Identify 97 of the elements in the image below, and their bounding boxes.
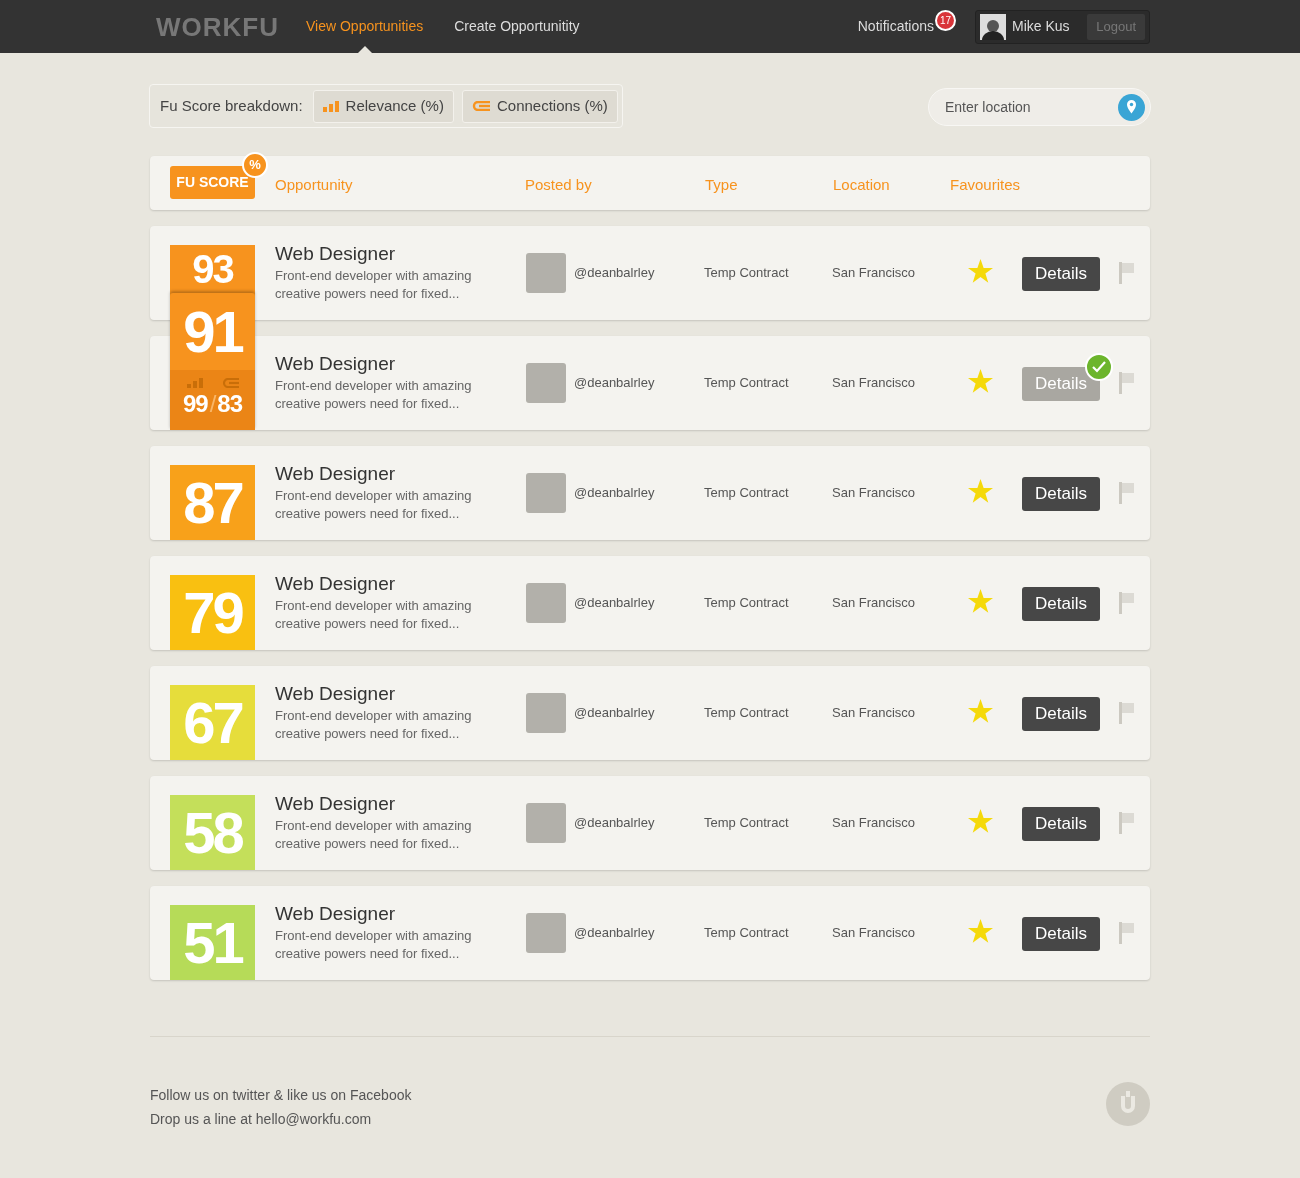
- flag-icon[interactable]: [1119, 372, 1134, 394]
- job-type: Temp Contract: [704, 264, 789, 282]
- connections-score: 83: [217, 392, 243, 416]
- job-type: Temp Contract: [704, 814, 789, 832]
- opportunity-description: Front-end developer with amazing creative powers need for fixed...: [275, 377, 473, 413]
- notification-count: 17: [935, 10, 956, 31]
- flag-icon[interactable]: [1119, 262, 1134, 284]
- poster-handle[interactable]: @deanbalrley: [574, 593, 655, 613]
- star-icon[interactable]: [968, 479, 993, 503]
- opportunity-description: Front-end developer with amazing creative powers need for fixed...: [275, 707, 473, 743]
- poster-handle[interactable]: @deanbalrley: [574, 703, 655, 723]
- location-field[interactable]: Enter location: [928, 87, 1151, 126]
- star-icon[interactable]: [968, 589, 993, 613]
- column-header: Posted by: [525, 175, 592, 195]
- column-header: Favourites: [950, 175, 1021, 195]
- flag-icon[interactable]: [1119, 592, 1134, 614]
- details-button[interactable]: Details: [1022, 477, 1100, 511]
- flag-icon[interactable]: [1119, 922, 1134, 944]
- column-header: Opportunity: [275, 175, 353, 195]
- opportunity-description: Front-end developer with amazing creative powers need for fixed...: [275, 597, 473, 633]
- avatar: [526, 473, 566, 513]
- job-location: San Francisco: [832, 264, 916, 282]
- opportunity-description: Front-end developer with amazing creative powers need for fixed...: [275, 267, 473, 303]
- score-value: 67: [183, 693, 242, 752]
- avatar: [526, 583, 566, 623]
- column-header: Type: [705, 175, 738, 195]
- score-value: 79: [183, 583, 242, 642]
- filter-button[interactable]: Connections (%): [461, 89, 618, 123]
- job-type: Temp Contract: [704, 484, 789, 502]
- link-icon: [222, 378, 239, 388]
- job-type: Temp Contract: [704, 704, 789, 722]
- avatar: [526, 253, 566, 293]
- poster-handle[interactable]: @deanbalrley: [574, 373, 655, 393]
- poster-handle[interactable]: @deanbalrley: [574, 263, 655, 283]
- star-icon[interactable]: [968, 809, 993, 833]
- opportunity-description: Front-end developer with amazing creative powers need for fixed...: [275, 927, 473, 963]
- check-icon: [1085, 353, 1113, 381]
- star-icon[interactable]: [968, 919, 993, 943]
- job-location: San Francisco: [832, 814, 916, 832]
- job-type: Temp Contract: [704, 374, 789, 392]
- job-location: San Francisco: [832, 924, 916, 942]
- opportunity-title: Web Designer: [275, 462, 397, 486]
- relevance-score: 99: [182, 392, 208, 416]
- nav-link[interactable]: View Opportunities: [306, 0, 424, 53]
- opportunity-description: Front-end developer with amazing creative powers need for fixed...: [275, 817, 473, 853]
- notifications-link[interactable]: Notifications: [857, 16, 934, 37]
- footer-text: Drop us a line at hello@workfu.com: [150, 1110, 373, 1129]
- flag-icon[interactable]: [1119, 702, 1134, 724]
- avatar: [526, 693, 566, 733]
- separator: /: [209, 392, 216, 416]
- details-button[interactable]: Details: [1022, 697, 1100, 731]
- job-location: San Francisco: [832, 594, 916, 612]
- avatar: [526, 913, 566, 953]
- avatar: [526, 363, 566, 403]
- opportunity-title: Web Designer: [275, 242, 397, 266]
- logo-text: WORKFU: [156, 13, 279, 40]
- opportunity-description: Front-end developer with amazing creative powers need for fixed...: [275, 487, 473, 523]
- bar-chart-icon: [322, 100, 339, 112]
- avatar: [526, 803, 566, 843]
- opportunity-title: Web Designer: [275, 572, 397, 596]
- logo-icon: [1106, 1082, 1150, 1126]
- user-name: Mike Kus: [1012, 17, 1071, 36]
- details-button[interactable]: Details: [1022, 257, 1100, 291]
- score-value: 51: [183, 913, 242, 972]
- details-button[interactable]: Details: [1022, 807, 1100, 841]
- star-icon[interactable]: [968, 699, 993, 723]
- job-type: Temp Contract: [704, 924, 789, 942]
- link-icon: [471, 101, 490, 111]
- details-button[interactable]: Details: [1022, 587, 1100, 621]
- column-header: Location: [833, 175, 890, 195]
- bar-chart-icon: [186, 378, 203, 388]
- filter-label: Fu Score breakdown:: [160, 95, 303, 116]
- footer-text: Follow us on twitter & like us on Facebook: [150, 1086, 412, 1105]
- opportunity-title: Web Designer: [275, 352, 397, 376]
- poster-handle[interactable]: @deanbalrley: [574, 483, 655, 503]
- score-value: 91: [182, 297, 244, 366]
- nav-link[interactable]: Create Opportunitity: [454, 0, 580, 53]
- filter-button[interactable]: Relevance (%): [312, 89, 454, 123]
- job-type: Temp Contract: [704, 594, 789, 612]
- score-value: 58: [183, 803, 242, 862]
- opportunity-title: Web Designer: [275, 902, 397, 926]
- poster-handle[interactable]: @deanbalrley: [574, 813, 655, 833]
- flag-icon[interactable]: [1119, 812, 1134, 834]
- opportunity-title: Web Designer: [275, 792, 397, 816]
- score-value: 93: [192, 249, 233, 289]
- star-icon[interactable]: [968, 369, 993, 393]
- job-location: San Francisco: [832, 704, 916, 722]
- score-value: 87: [183, 473, 242, 532]
- percent-badge: %: [242, 152, 268, 178]
- job-location: San Francisco: [832, 484, 916, 502]
- flag-icon[interactable]: [1119, 482, 1134, 504]
- star-icon[interactable]: [968, 259, 993, 283]
- map-pin-icon: [1118, 93, 1145, 121]
- details-button[interactable]: Details: [1022, 917, 1100, 951]
- poster-handle[interactable]: @deanbalrley: [574, 923, 655, 943]
- opportunity-title: Web Designer: [275, 682, 397, 706]
- job-location: San Francisco: [832, 374, 916, 392]
